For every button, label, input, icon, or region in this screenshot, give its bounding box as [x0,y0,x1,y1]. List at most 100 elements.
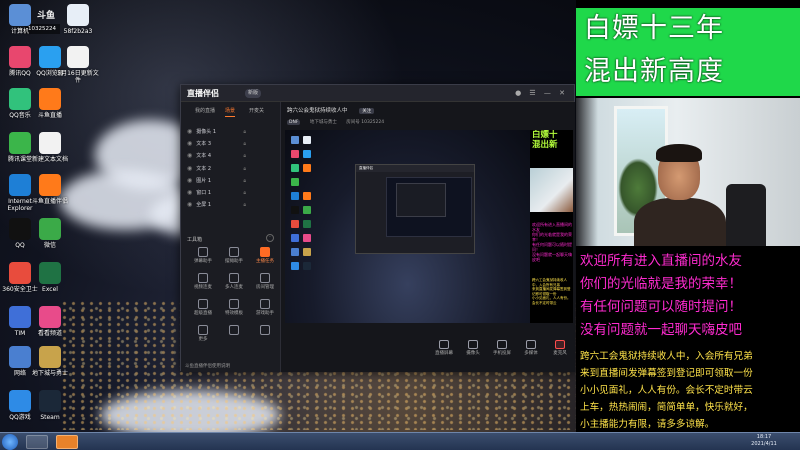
desktop-shortcut-label: 斗鱼直播 [37,112,62,119]
desktop-shortcut-label: 微信 [43,242,56,249]
tool-button[interactable]: 特效模板 [220,299,248,321]
desktop-shortcut-label: 看看频道 [37,330,62,337]
preview-icon [303,220,311,228]
preview-icon [291,248,299,256]
lock-icon[interactable]: 🔒︎ [243,163,246,175]
version-badge[interactable]: 新版 [245,89,262,98]
preview-icon [291,136,299,144]
scene-item[interactable]: ◉ 窗口 1 🔒︎ [181,187,280,199]
tool-button[interactable]: 主播任务 [251,247,279,269]
lock-icon[interactable]: 🔒︎ [243,150,246,162]
eye-icon[interactable]: ◉ [187,201,192,208]
up-icon [260,325,270,335]
tool-label: 视频连麦 [194,285,212,290]
tool-button[interactable]: 弹幕助手 [189,247,217,269]
scene-item[interactable]: ◉ 文本 2 🔒︎ [181,163,280,175]
screen-icon [439,340,449,349]
tab-mic[interactable]: 开麦关 [249,106,264,116]
scene-label: 文本 2 [196,165,212,172]
douyu-icon [39,88,61,110]
eye-icon[interactable]: ◉ [187,189,192,196]
tool-button[interactable]: 更多 [189,325,217,347]
start-button[interactable] [2,434,18,450]
preview-icon [303,262,311,270]
more-icon [198,325,208,335]
desktop-shortcut[interactable]: 斗鱼直播伴侣 [28,174,72,205]
source-button[interactable]: 直播屏幕 [431,340,457,356]
desktop-shortcut[interactable]: 58f2b2a3 [56,4,100,35]
preview-welcome-line: 欢迎所有进入直播间的水友 [532,222,572,232]
eye-icon[interactable]: ◉ [187,177,192,184]
stream-companion-icon [39,174,61,196]
wechat-icon [39,218,61,240]
desktop-shortcut[interactable]: 地下城与勇士 [28,346,72,377]
left-tabs: 我的直播 场景 开麦关 [181,106,280,117]
eye-icon[interactable]: ◉ [187,152,192,159]
desktop-shortcut[interactable]: 微信 [28,218,72,249]
video-icon [39,306,61,328]
tool-label: 特效模板 [225,311,243,316]
follow-tag[interactable]: 关注 [359,108,375,114]
eye-icon[interactable]: ◉ [187,140,192,147]
app-titlebar[interactable]: 直播伴侣 新版 ● ☰ — ✕ [181,85,574,102]
scene-item[interactable]: ◉ 文本 3 🔒︎ [181,138,280,150]
tab-scenes[interactable]: 场景 [225,106,236,117]
preview-title-line2: 混出新 [532,140,558,150]
desktop-shortcut[interactable]: 看看频道 [28,306,72,337]
source-button[interactable]: 摄像头 [460,340,486,356]
eye-icon[interactable]: ◉ [187,128,192,135]
preview-notice: 跨六工会鬼狱持续收人中，入会所有兄弟 来到直播间发弹幕签到登记即可领取一份 小小… [532,278,573,305]
scene-item[interactable]: ◉ 图片 1 🔒︎ [181,175,280,187]
notice-line: 上车，热热闹闹，简简单单，快乐就好， [580,402,753,413]
task-icon [260,247,270,257]
desktop-shortcut[interactable]: 5月16日更新文件 [56,46,100,84]
tool-button[interactable] [220,325,248,347]
tab-my-live[interactable]: 我的直播 [195,106,215,116]
tool-button[interactable]: 超级直播 [189,299,217,321]
welcome-line: 有任何问题可以随时提问！ [580,299,742,315]
preview-overlay: 白嫖十 混出新 欢迎所有进入直播间的水友 你们的光临就是我的荣幸！ 有任何问题可… [530,130,573,323]
desktop-shortcut[interactable]: Excel [28,262,72,293]
preview-icon [291,262,299,270]
desktop-shortcut[interactable]: 斗鱼直播 [28,88,72,119]
preview-icon [303,150,311,158]
desktop-shortcut[interactable]: 计算机 [0,4,42,35]
tool-button[interactable]: 摆摊助手 [220,247,248,269]
preview-welcome-line: 没有问题就一起聊天嗨皮吧 [532,252,572,262]
tool-button[interactable]: 视频连麦 [189,273,217,295]
lock-icon[interactable]: 🔒︎ [243,199,246,211]
category-tag[interactable]: DNF [287,120,301,125]
tool-label: 主播任务 [256,259,274,264]
tool-button[interactable]: 房间管理 [251,273,279,295]
lock-icon[interactable]: 🔒︎ [243,126,246,138]
desktop-shortcut[interactable]: Steam [28,390,72,421]
eye-icon[interactable]: ◉ [187,165,192,172]
app-logo: 直播伴侣 [187,89,219,98]
preview-icon [291,164,299,172]
tool-button[interactable] [251,325,279,347]
source-button[interactable]: 麦克风 [547,340,573,356]
source-button[interactable]: 多媒体 [518,340,544,356]
lock-icon[interactable]: 🔒︎ [243,187,246,199]
scene-item[interactable]: ◉ 全屏 1 🔒︎ [181,199,280,211]
tool-button[interactable]: 多人连麦 [220,273,248,295]
lock-icon[interactable]: 🔒︎ [243,138,246,150]
tool-label: 摆摊助手 [225,259,243,264]
window-controls[interactable]: ● ☰ — ✕ [515,89,568,97]
taskbar-stream-companion[interactable] [56,435,78,449]
live-preview[interactable]: 直播伴侣 白嫖十 混出新 欢迎所有进入直播间的水友 你们的光临就是我的荣幸！ 有… [285,130,573,323]
desktop-shortcut[interactable]: 新建文本文档 [28,132,72,163]
scene-item[interactable]: ◉ 摄像头 1 🔒︎ [181,126,280,138]
tool-button[interactable]: 游戏助手 [251,299,279,321]
help-link[interactable]: 斗鱼直播伴侣使用说明 [185,363,230,369]
computer-icon [9,4,31,26]
scene-item[interactable]: ◉ 文本 4 🔒︎ [181,150,280,162]
taskbar-explorer[interactable] [26,435,48,449]
file-icon [67,4,89,26]
cam-person-hair [656,144,702,162]
more-icon[interactable]: · [266,234,274,242]
lock-icon[interactable]: 🔒︎ [243,175,246,187]
stream-companion-window[interactable]: 直播伴侣 新版 ● ☰ — ✕ 我的直播 场景 开麦关 ◉ 摄像头 1 🔒︎ ◉ 文本 … [180,84,665,372]
tray-clock[interactable]: 18:17 2021/4/11 [734,434,794,450]
source-button[interactable]: 手机投屏 [489,340,515,356]
